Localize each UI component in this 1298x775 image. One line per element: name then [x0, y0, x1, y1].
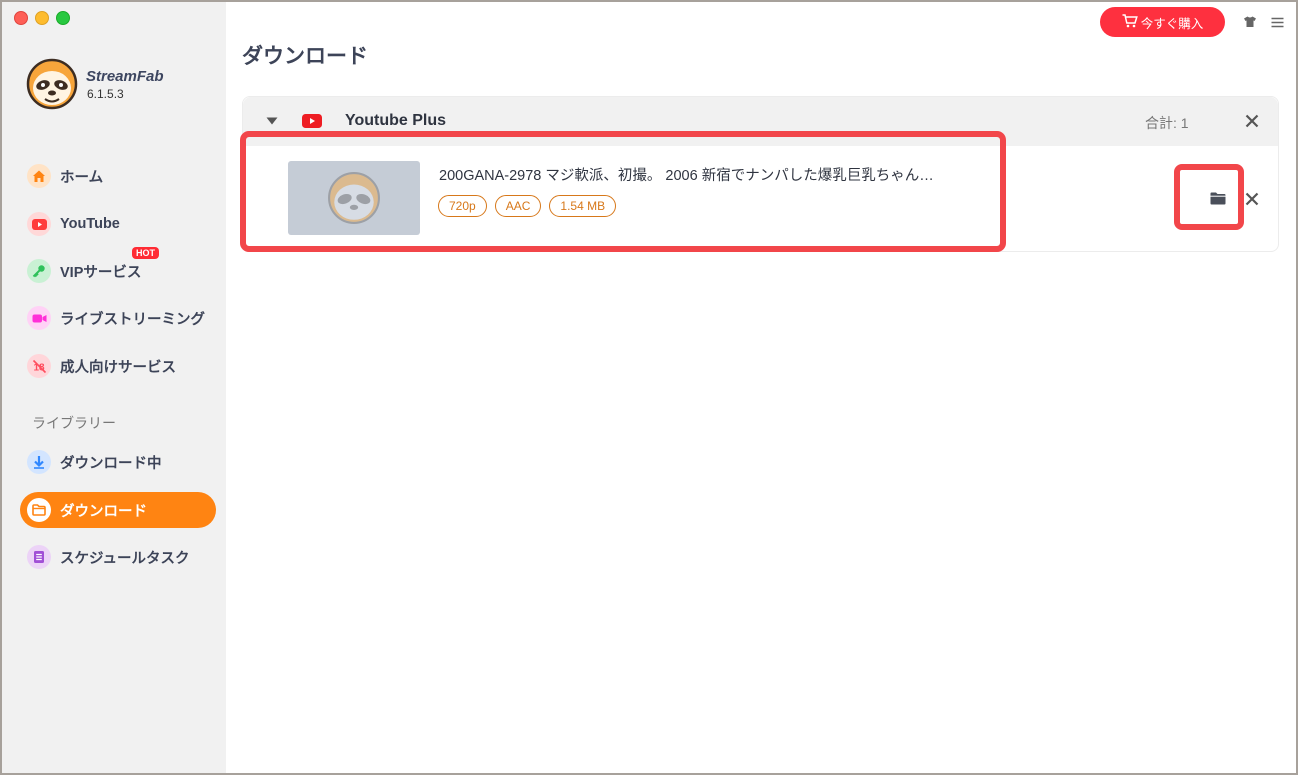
- zoom-window-button[interactable]: [56, 11, 70, 25]
- download-arrow-icon: [27, 450, 51, 474]
- highlight-box-item: [240, 131, 1006, 252]
- skin-shirt-icon[interactable]: [1242, 14, 1258, 30]
- page-title: ダウンロード: [242, 45, 368, 68]
- folder-icon: [27, 498, 51, 522]
- close-group-button[interactable]: [1243, 112, 1261, 130]
- cart-icon: [1122, 13, 1138, 31]
- group-count: 合計: 1: [1145, 115, 1189, 131]
- sidebar-item-label: ダウンロード中: [60, 455, 162, 472]
- sidebar-item-youtube[interactable]: YouTube: [20, 206, 216, 242]
- highlight-box-folder: [1174, 164, 1244, 230]
- sidebar-item-adult[interactable]: 18 成人向けサービス: [20, 348, 216, 384]
- close-window-button[interactable]: [14, 11, 28, 25]
- svg-text:18: 18: [33, 362, 45, 373]
- sidebar-item-label: ダウンロード: [60, 503, 147, 520]
- minimize-window-button[interactable]: [35, 11, 49, 25]
- key-icon: [27, 259, 51, 283]
- sidebar-item-label: VIPサービス: [60, 264, 142, 281]
- buy-now-label: 今すぐ購入: [1140, 16, 1204, 31]
- sidebar-item-label: YouTube: [60, 216, 120, 232]
- youtube-icon: [27, 212, 51, 236]
- sidebar-item-label: ライブストリーミング: [60, 311, 205, 328]
- sidebar-item-label: 成人向けサービス: [60, 359, 176, 376]
- app-version: 6.1.5.3: [87, 87, 124, 101]
- close-icon: [1245, 114, 1259, 128]
- sidebar-item-vip[interactable]: VIPサービス HOT: [20, 247, 216, 289]
- sloth-logo-icon: [26, 58, 78, 110]
- sidebar-item-downloading[interactable]: ダウンロード中: [20, 444, 216, 480]
- remove-item-button[interactable]: [1243, 190, 1261, 208]
- sidebar-item-schedule[interactable]: スケジュールタスク: [20, 539, 216, 575]
- hot-badge: HOT: [132, 247, 159, 259]
- app-window: StreamFab 6.1.5.3 ホーム YouTube VIPサービス HO…: [0, 0, 1298, 775]
- sidebar-item-home[interactable]: ホーム: [20, 158, 216, 194]
- sidebar-item-downloaded[interactable]: ダウンロード: [20, 492, 216, 528]
- sidebar-item-label: ホーム: [60, 169, 104, 186]
- brand-name: StreamFab: [86, 68, 164, 85]
- library-section-label: ライブラリー: [32, 415, 116, 431]
- video-camera-icon: [27, 306, 51, 330]
- adult-18-icon: 18: [27, 354, 51, 378]
- youtube-icon: [301, 112, 323, 130]
- buy-now-button[interactable]: 今すぐ購入: [1100, 7, 1225, 37]
- close-icon: [1245, 192, 1259, 206]
- schedule-list-icon: [27, 545, 51, 569]
- sidebar-item-live-streaming[interactable]: ライブストリーミング: [20, 300, 216, 336]
- collapse-triangle-icon[interactable]: [265, 115, 279, 127]
- sidebar-item-label: スケジュールタスク: [60, 550, 190, 567]
- sidebar: StreamFab 6.1.5.3 ホーム YouTube VIPサービス HO…: [2, 2, 226, 773]
- group-name: Youtube Plus: [345, 112, 447, 129]
- home-icon: [27, 164, 51, 188]
- menu-icon[interactable]: [1269, 14, 1285, 30]
